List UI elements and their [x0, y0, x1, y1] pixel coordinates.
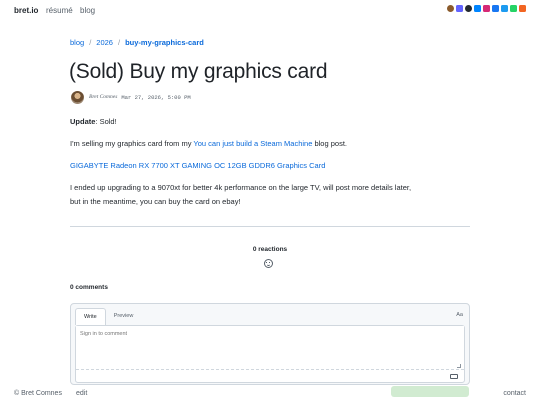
steam-machine-post-link[interactable]: You can just build a Steam Machine: [193, 139, 312, 148]
nav-link-resume[interactable]: résumé: [46, 6, 73, 15]
update-paragraph: Update: Sold!: [70, 116, 117, 128]
add-reaction-smiley-icon[interactable]: [264, 259, 273, 268]
site-brand-link[interactable]: bret.io: [14, 6, 38, 15]
footer-edit-link[interactable]: edit: [76, 390, 87, 397]
upgrade-paragraph-line1: I ended up upgrading to a 9070xt for bet…: [70, 183, 412, 192]
post-title: (Sold) Buy my graphics card: [69, 60, 328, 83]
phone-icon[interactable]: [510, 5, 517, 12]
comments-count: 0 comments: [70, 284, 108, 291]
post-date: Mar 27, 2026, 5:00 PM: [121, 93, 191, 101]
comment-tabs: Write Preview: [75, 308, 141, 325]
update-label: Update: [70, 117, 96, 126]
bluesky-icon[interactable]: [474, 5, 481, 12]
intro-text-after: blog post.: [312, 139, 347, 148]
comment-editor: [75, 325, 465, 383]
comment-input[interactable]: [76, 326, 464, 370]
footer-copyright: © Bret Comnes: [14, 390, 62, 397]
intro-text-before: I'm selling my graphics card from my: [70, 139, 194, 148]
footer: © Bret Comnes edit contact: [0, 386, 540, 405]
reactions-count: 0 reactions: [252, 246, 288, 253]
breadcrumb-blog[interactable]: blog: [70, 38, 84, 47]
markdown-icon: [450, 374, 458, 379]
breadcrumb-separator: /: [89, 38, 92, 47]
rss-icon[interactable]: [519, 5, 526, 12]
upgrade-paragraph-line2: but in the meantime, you can buy the car…: [70, 197, 241, 206]
avatar-icon[interactable]: [447, 5, 454, 12]
intro-paragraph: I'm selling my graphics card from my You…: [70, 138, 347, 150]
post-byline: Bret Comnes Mar 27, 2026, 5:00 PM: [71, 90, 191, 104]
breadcrumb: blog / 2026 / buy-my-graphics-card: [70, 38, 204, 47]
tab-write[interactable]: Write: [75, 308, 106, 325]
comment-box: Write Preview Aa: [70, 303, 470, 385]
instagram-icon[interactable]: [483, 5, 490, 12]
nav-link-blog[interactable]: blog: [80, 6, 95, 15]
mastodon-icon[interactable]: [456, 5, 463, 12]
text-format-button[interactable]: Aa: [456, 312, 463, 318]
tab-preview[interactable]: Preview: [106, 308, 142, 325]
breadcrumb-year[interactable]: 2026: [96, 38, 113, 47]
sign-in-button[interactable]: [391, 386, 469, 397]
breadcrumb-separator: /: [117, 38, 121, 47]
update-text: : Sold!: [95, 117, 117, 126]
author-avatar[interactable]: [71, 90, 84, 104]
breadcrumb-current[interactable]: buy-my-graphics-card: [125, 38, 204, 47]
resize-handle-icon[interactable]: [457, 364, 461, 368]
top-nav: bret.io résumé blog: [0, 0, 540, 22]
facebook-icon[interactable]: [492, 5, 499, 12]
social-links: [447, 5, 526, 12]
author-name[interactable]: Bret Comnes: [89, 94, 117, 100]
content-divider: [70, 226, 470, 227]
twitter-icon[interactable]: [501, 5, 508, 12]
product-link[interactable]: GIGABYTE Radeon RX 7700 XT GAMING OC 12G…: [70, 160, 325, 172]
github-icon[interactable]: [465, 5, 472, 12]
footer-contact-link[interactable]: contact: [503, 390, 526, 397]
